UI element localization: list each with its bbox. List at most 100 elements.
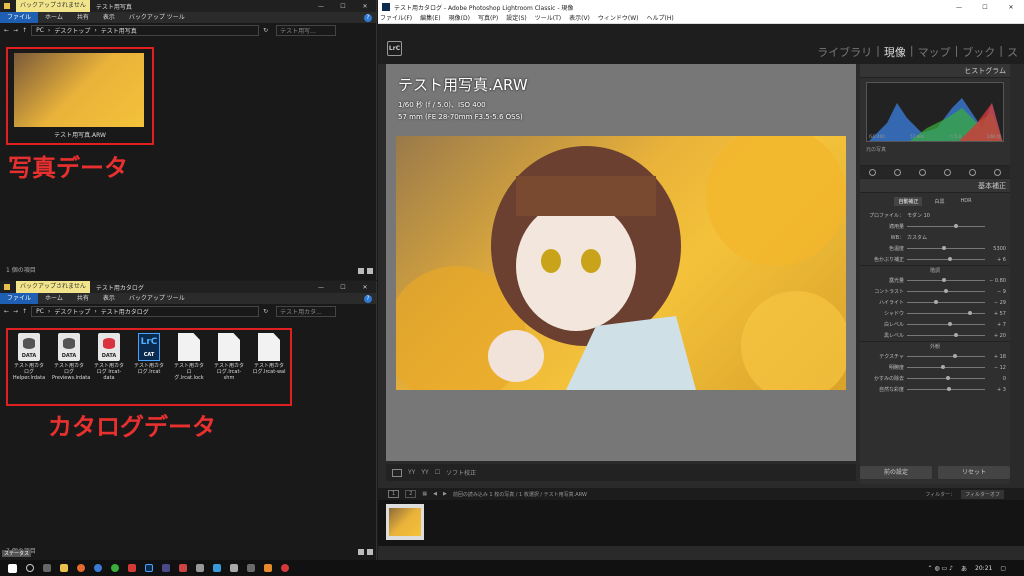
large-icons-view-icon[interactable] (367, 549, 373, 555)
main-photo[interactable] (396, 136, 846, 390)
compare-icon[interactable]: YY (421, 469, 428, 476)
exposure-slider[interactable]: 露光量 − 0.80 (860, 275, 1010, 286)
close-button[interactable]: ✕ (354, 3, 376, 10)
tab-home[interactable]: ホーム (38, 293, 70, 304)
up-icon[interactable]: ↑ (22, 308, 27, 315)
tab-share[interactable]: 共有 (70, 12, 96, 23)
crop-icon[interactable] (894, 168, 901, 176)
page-1-button[interactable]: 1 (388, 490, 400, 498)
app-icon[interactable] (157, 560, 174, 576)
app-icon[interactable] (191, 560, 208, 576)
mask-icon[interactable] (969, 168, 976, 176)
wb-row[interactable]: WB： カスタム (860, 232, 1010, 243)
menu-view[interactable]: 表示(V) (569, 14, 590, 23)
file-item-lock[interactable]: テスト用カタログ.lrcat.lock (172, 333, 206, 381)
file-item-wal[interactable]: テスト用カタログ.lrcat-wal (252, 333, 286, 375)
temp-slider[interactable]: 色温度 5300 (860, 243, 1010, 254)
forward-icon[interactable]: → (13, 308, 18, 315)
browser-icon[interactable] (89, 560, 106, 576)
module-library[interactable]: ライブラリ (817, 44, 872, 60)
profile-row[interactable]: プロファイル： モダン 10 (860, 210, 1010, 221)
module-book[interactable]: ブック (962, 44, 995, 60)
file-item-lrcat[interactable]: LrC CAT テスト用カタログ.lrcat (132, 333, 166, 375)
breadcrumb-folder[interactable]: テスト用カタログ (101, 307, 149, 316)
reset-button[interactable]: リセット (938, 466, 1010, 479)
basic-header[interactable]: 基本補正 (860, 179, 1010, 193)
previous-settings-button[interactable]: 前の設定 (860, 466, 932, 479)
back-icon[interactable]: ← (4, 308, 9, 315)
refresh-icon[interactable]: ↻ (263, 308, 268, 315)
refresh-icon[interactable]: ↻ (263, 27, 268, 34)
close-button[interactable]: ✕ (998, 4, 1024, 11)
tint-slider[interactable]: 色かぶり補正 + 6 (860, 254, 1010, 265)
menu-tools[interactable]: ツール(T) (535, 14, 561, 23)
details-view-icon[interactable] (358, 549, 364, 555)
menu-file[interactable]: ファイル(F) (380, 14, 412, 23)
tab-view[interactable]: 表示 (96, 12, 122, 23)
heal-icon[interactable] (919, 168, 926, 176)
tab-share[interactable]: 共有 (70, 293, 96, 304)
forward-arrow-icon[interactable]: ▶ (443, 491, 447, 497)
page-2-button[interactable]: 2 (405, 490, 417, 498)
module-develop[interactable]: 現像 (884, 44, 906, 60)
maximize-button[interactable]: ☐ (972, 4, 998, 11)
filmstrip-thumbnail[interactable] (386, 504, 424, 540)
source-info[interactable]: 前回の読み込み 1 枚の写真 / 1 枚選択 / テスト用写真.ARW (453, 491, 587, 498)
back-arrow-icon[interactable]: ◀ (433, 491, 437, 497)
app-icon[interactable] (123, 560, 140, 576)
ime-indicator[interactable]: あ (961, 564, 967, 573)
search-input[interactable]: テスト用カタ... (276, 306, 337, 317)
minimize-button[interactable]: — (310, 3, 332, 10)
file-item-helper[interactable]: DATA テスト用カタログ Helper.lrdata (12, 333, 46, 381)
forward-icon[interactable]: → (13, 27, 18, 34)
menu-edit[interactable]: 編集(E) (420, 14, 440, 23)
tab-file[interactable]: ファイル (0, 293, 39, 304)
module-map[interactable]: マップ (918, 44, 951, 60)
file-item-lrcat-data[interactable]: DATA テスト用カタログ lrcat-data (92, 333, 126, 381)
tab-home[interactable]: ホーム (38, 12, 70, 23)
tab-auto[interactable]: 自動補正 (894, 197, 923, 206)
adjust-icon[interactable] (869, 168, 876, 176)
app-icon[interactable] (225, 560, 242, 576)
system-tray-icons[interactable]: ⌃ ◍ ▭ ♪ (928, 565, 953, 572)
tab-hdr[interactable]: HDR (956, 197, 975, 206)
grid-icon[interactable]: ▦ (422, 491, 427, 497)
menu-window[interactable]: ウィンドウ(W) (598, 14, 639, 23)
app-icon[interactable] (208, 560, 225, 576)
back-icon[interactable]: ← (4, 27, 9, 34)
tab-backup-tools[interactable]: バックアップ ツール (122, 293, 192, 304)
redeye-icon[interactable] (944, 168, 951, 176)
whites-slider[interactable]: 白レベル + 7 (860, 319, 1010, 330)
app-icon[interactable] (242, 560, 259, 576)
vibrance-slider[interactable]: 自然な彩度 + 3 (860, 384, 1010, 395)
module-slideshow[interactable]: ス (1007, 44, 1018, 60)
app-icon[interactable] (174, 560, 191, 576)
details-view-icon[interactable] (358, 268, 364, 274)
blacks-slider[interactable]: 黒レベル + 20 (860, 330, 1010, 341)
address-bar[interactable]: PC › デスクトップ › テスト用写真 (31, 25, 260, 36)
search-input[interactable]: テスト用写... (276, 25, 337, 36)
firefox-icon[interactable] (72, 560, 89, 576)
help-icon[interactable]: ? (364, 13, 372, 22)
dehaze-slider[interactable]: かすみの除去 0 (860, 373, 1010, 384)
breadcrumb-pc[interactable]: PC (36, 27, 44, 34)
notification-icon[interactable]: ▢ (1000, 565, 1006, 572)
breadcrumb-folder[interactable]: テスト用写真 (101, 26, 137, 35)
breadcrumb-pc[interactable]: PC (36, 308, 44, 315)
app-icon[interactable] (276, 560, 293, 576)
tab-bw[interactable]: 白黒 (930, 197, 948, 206)
maximize-button[interactable]: ☐ (332, 3, 354, 10)
up-icon[interactable]: ↑ (22, 27, 27, 34)
menu-help[interactable]: ヘルプ(H) (647, 14, 674, 23)
search-icon[interactable] (21, 560, 38, 576)
filter-select[interactable]: フィルターオフ (961, 489, 1004, 499)
soft-proof-checkbox[interactable]: ☐ (435, 469, 440, 476)
wb-value[interactable]: カスタム (907, 234, 927, 241)
highlights-slider[interactable]: ハイライト − 29 (860, 297, 1010, 308)
file-item-previews[interactable]: DATA テスト用カタログ Previews.lrdata (52, 333, 90, 381)
loupe-view-icon[interactable] (392, 468, 402, 477)
clarity-slider[interactable]: 明瞭度 − 12 (860, 362, 1010, 373)
explorer-taskbar-icon[interactable] (55, 560, 72, 576)
tab-backup-tools[interactable]: バックアップ ツール (122, 12, 192, 23)
close-button[interactable]: ✕ (354, 284, 376, 291)
